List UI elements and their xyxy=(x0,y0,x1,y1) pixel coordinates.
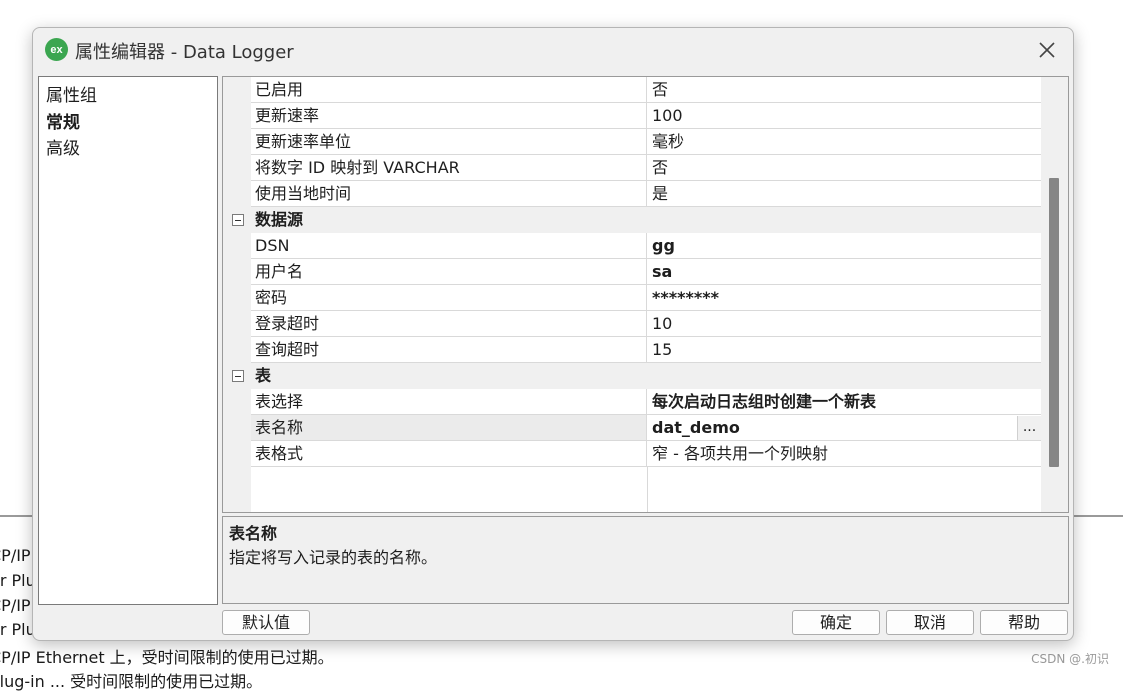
property-row[interactable]: 已启用 否 xyxy=(223,77,1041,103)
property-value[interactable]: 每次启动日志组时创建一个新表 xyxy=(647,389,1041,415)
grid-empty-area xyxy=(223,467,1041,512)
row-gutter xyxy=(223,103,251,129)
row-gutter xyxy=(223,259,251,285)
category-name: 数据源 xyxy=(255,210,304,229)
property-value[interactable]: ******** xyxy=(647,285,1041,311)
property-row[interactable]: 更新速率单位 毫秒 xyxy=(223,129,1041,155)
row-gutter xyxy=(223,181,251,207)
background-log-line: CP/IP xyxy=(0,596,31,615)
close-icon xyxy=(1039,42,1055,58)
category-row-table[interactable]: 表 xyxy=(223,363,1041,389)
category-row-data-source[interactable]: 数据源 xyxy=(223,207,1041,233)
row-gutter xyxy=(223,77,251,103)
property-value[interactable]: 毫秒 xyxy=(647,129,1041,155)
property-row[interactable]: 使用当地时间 是 xyxy=(223,181,1041,207)
property-name: 使用当地时间 xyxy=(251,181,647,207)
property-name: 表格式 xyxy=(251,441,647,467)
property-row[interactable]: 密码 ******** xyxy=(223,285,1041,311)
property-value[interactable]: 否 xyxy=(647,77,1041,103)
scrollbar-thumb[interactable] xyxy=(1049,178,1059,467)
close-button[interactable] xyxy=(1033,36,1061,64)
row-gutter xyxy=(223,389,251,415)
property-value[interactable]: 10 xyxy=(647,311,1041,337)
property-value[interactable]: 否 xyxy=(647,155,1041,181)
category-name: 表 xyxy=(255,366,272,385)
browse-button[interactable]: ... xyxy=(1017,416,1041,440)
row-gutter xyxy=(223,285,251,311)
property-row[interactable]: 将数字 ID 映射到 VARCHAR 否 xyxy=(223,155,1041,181)
property-name: 表名称 xyxy=(251,415,647,441)
property-value[interactable]: 15 xyxy=(647,337,1041,363)
property-row[interactable]: 表格式 窄 - 各项共用一个列映射 xyxy=(223,441,1041,467)
row-gutter xyxy=(223,441,251,467)
column-divider xyxy=(647,467,648,512)
property-row[interactable]: 表选择 每次启动日志组时创建一个新表 xyxy=(223,389,1041,415)
property-name: 已启用 xyxy=(251,77,647,103)
property-group-list: 属性组 常规 高级 xyxy=(38,76,218,605)
property-name: 密码 xyxy=(251,285,647,311)
ok-button[interactable]: 确定 xyxy=(792,610,880,635)
property-group-general[interactable]: 常规 xyxy=(46,108,80,133)
help-button[interactable]: 帮助 xyxy=(980,610,1068,635)
property-name: 登录超时 xyxy=(251,311,647,337)
property-name: 将数字 ID 映射到 VARCHAR xyxy=(251,155,647,181)
collapse-icon[interactable] xyxy=(232,214,244,226)
property-value[interactable]: gg xyxy=(647,233,1041,259)
property-value[interactable]: 是 xyxy=(647,181,1041,207)
property-name: 更新速率 xyxy=(251,103,647,129)
cancel-button[interactable]: 取消 xyxy=(886,610,974,635)
property-row[interactable]: 用户名 sa xyxy=(223,259,1041,285)
property-editor-dialog: ex 属性编辑器 - Data Logger 属性组 常规 高级 已启用 否 更… xyxy=(32,27,1074,641)
vertical-scrollbar[interactable] xyxy=(1041,77,1068,512)
property-row-selected[interactable]: 表名称 dat_demo ... xyxy=(223,415,1041,441)
title-bar: ex 属性编辑器 - Data Logger xyxy=(33,28,1073,72)
property-name: 用户名 xyxy=(251,259,647,285)
property-value[interactable]: 窄 - 各项共用一个列映射 xyxy=(647,441,1041,467)
row-gutter xyxy=(223,129,251,155)
property-row[interactable]: 更新速率 100 xyxy=(223,103,1041,129)
row-gutter xyxy=(223,155,251,181)
property-value[interactable]: 100 xyxy=(647,103,1041,129)
row-gutter xyxy=(223,311,251,337)
row-gutter xyxy=(223,467,251,512)
row-gutter xyxy=(223,415,251,441)
property-value[interactable]: sa xyxy=(647,259,1041,285)
collapse-icon[interactable] xyxy=(232,370,244,382)
property-row[interactable]: 登录超时 10 xyxy=(223,311,1041,337)
row-gutter xyxy=(223,337,251,363)
app-logo-icon: ex xyxy=(45,38,68,61)
property-name: 更新速率单位 xyxy=(251,129,647,155)
property-row[interactable]: 查询超时 15 xyxy=(223,337,1041,363)
property-group-advanced[interactable]: 高级 xyxy=(46,134,80,159)
property-value[interactable]: dat_demo xyxy=(647,415,1041,441)
dialog-title: 属性编辑器 - Data Logger xyxy=(75,42,294,63)
background-log-line: CP/IP Ethernet 上，受时间限制的使用已过期。 xyxy=(0,648,334,667)
background-log-line: er Plu xyxy=(0,571,36,590)
background-log-line: er Plu xyxy=(0,620,36,639)
background-log-line: Plug-in ... 受时间限制的使用已过期。 xyxy=(0,672,263,691)
property-grid: 已启用 否 更新速率 100 更新速率单位 毫秒 将数字 ID 映射到 VARC… xyxy=(222,76,1069,513)
property-name: DSN xyxy=(251,233,647,259)
row-gutter xyxy=(223,233,251,259)
defaults-button[interactable]: 默认值 xyxy=(222,610,310,635)
watermark: CSDN @.初识 xyxy=(1031,652,1109,666)
description-text: 指定将写入记录的表的名称。 xyxy=(229,548,438,567)
property-row[interactable]: DSN gg xyxy=(223,233,1041,259)
description-panel: 表名称 指定将写入记录的表的名称。 xyxy=(222,516,1069,604)
background-log-line: CP/IP xyxy=(0,546,31,565)
property-name: 表选择 xyxy=(251,389,647,415)
property-group-header: 属性组 xyxy=(46,86,97,106)
property-name: 查询超时 xyxy=(251,337,647,363)
description-title: 表名称 xyxy=(229,524,278,543)
